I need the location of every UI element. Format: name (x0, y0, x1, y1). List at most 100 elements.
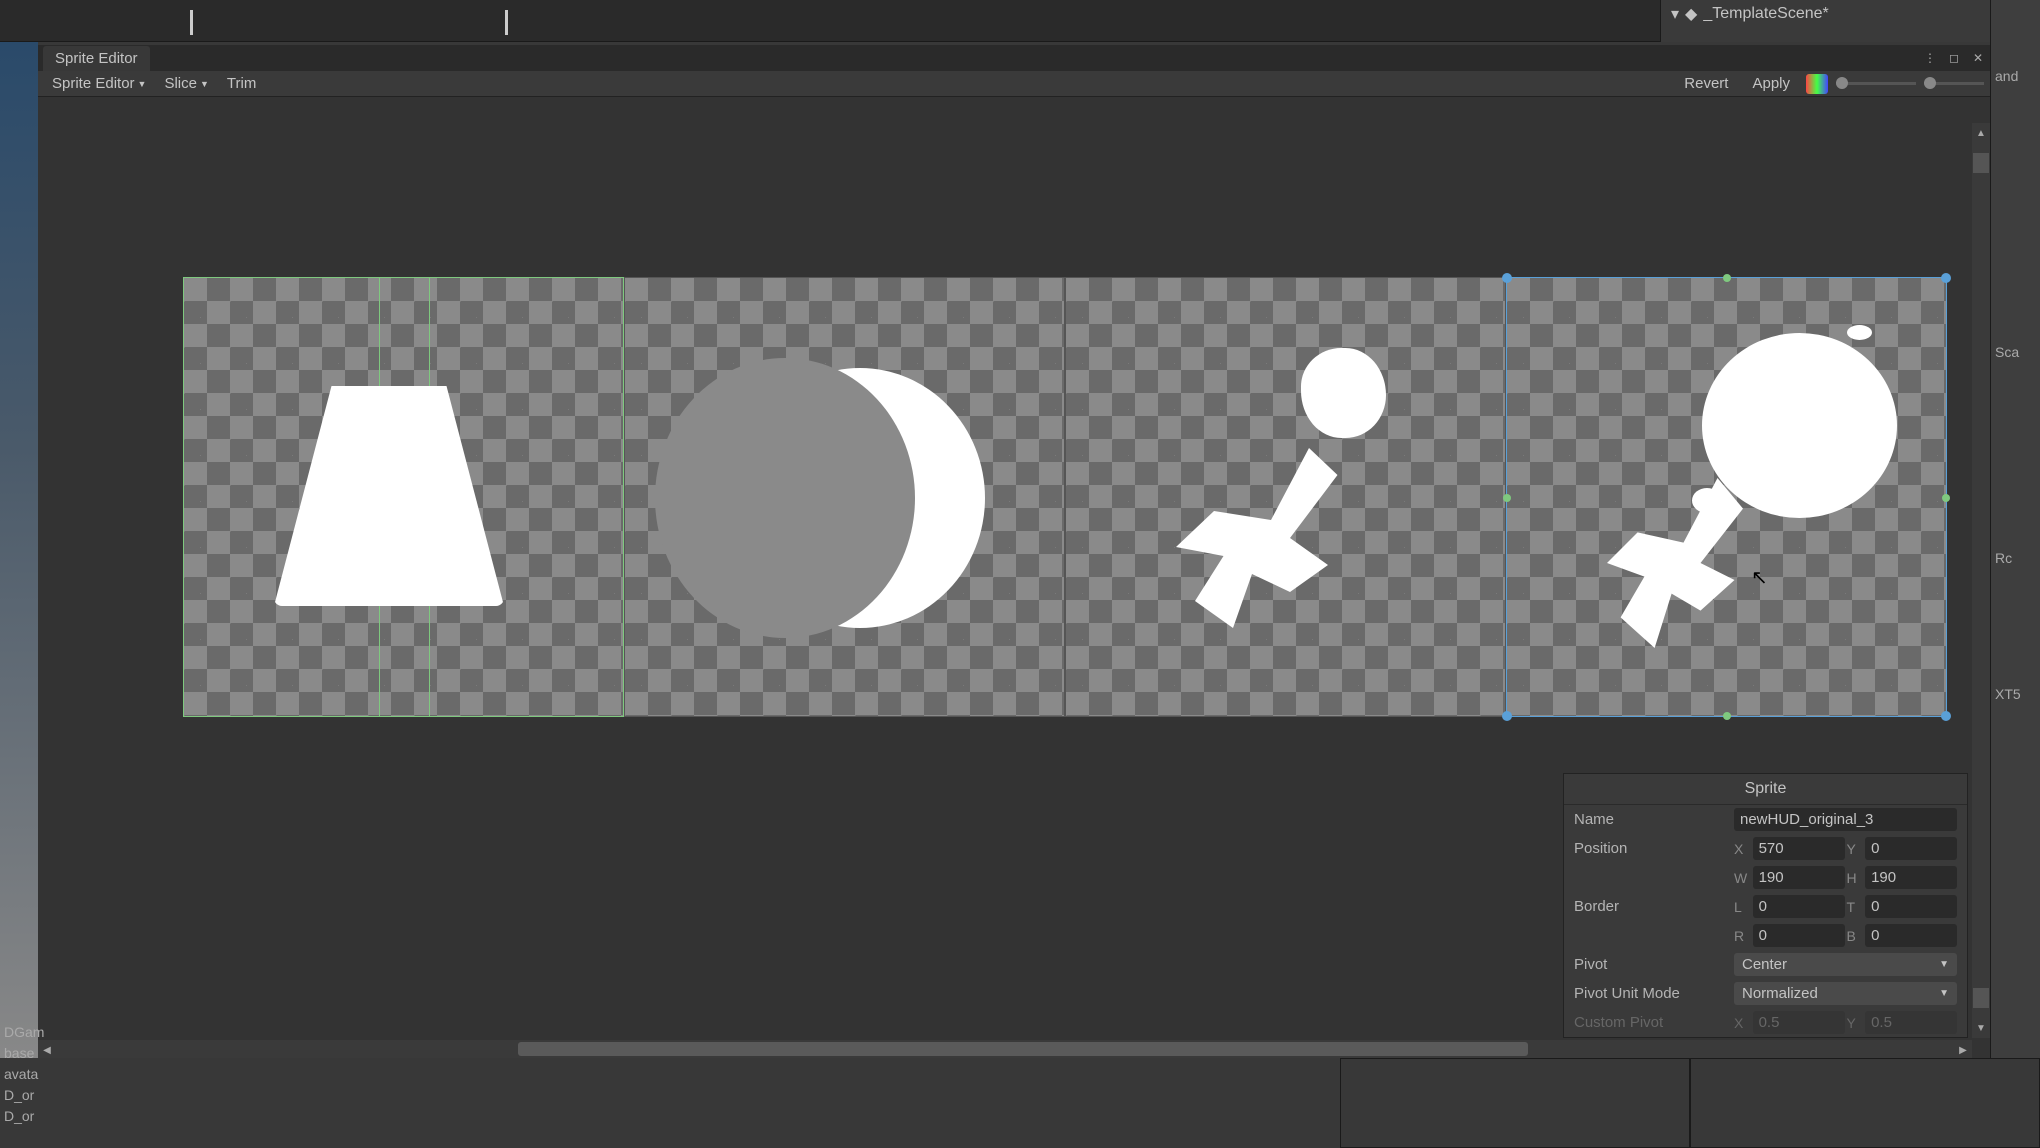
border-handle-bottom[interactable] (1723, 712, 1731, 720)
pivot-dropdown[interactable]: Center ▼ (1734, 953, 1957, 976)
sprite-slice-0[interactable] (183, 277, 624, 717)
position-label: Position (1574, 840, 1734, 857)
chevron-down-icon: ▼ (200, 79, 209, 89)
scene-item[interactable]: ▾ ◆ _TemplateScene* ⋮ (1671, 4, 2030, 24)
b-label: B (1847, 928, 1862, 944)
trim-button[interactable]: Trim (219, 73, 264, 94)
file-item[interactable]: base (4, 1043, 36, 1064)
scroll-right-arrow[interactable]: ▶ (1954, 1040, 1972, 1058)
sprite-editor-tab[interactable]: Sprite Editor (43, 46, 150, 71)
sprite-editor-mode-dropdown[interactable]: Sprite Editor ▼ (44, 73, 154, 94)
custom-pivot-label: Custom Pivot (1574, 1014, 1734, 1031)
pos-w-input[interactable] (1753, 866, 1845, 889)
scrollbar-thumb[interactable] (1973, 153, 1989, 173)
dropdown-label: Slice (164, 75, 197, 92)
sprite-slice-2[interactable] (1065, 277, 1506, 717)
sprite-editor-toolbar: Sprite Editor ▼ Slice ▼ Trim Revert Appl… (38, 71, 1990, 97)
slider-thumb[interactable] (1836, 77, 1848, 89)
name-input[interactable] (1734, 808, 1957, 831)
vertical-scrollbar[interactable]: ▲ ▼ (1972, 123, 1990, 1038)
window-maximize-icon[interactable]: ◻ (1942, 48, 1966, 68)
sprite-slice-1[interactable] (624, 277, 1065, 717)
window-close-icon[interactable]: ✕ (1966, 48, 1990, 68)
border-handle-top[interactable] (1723, 274, 1731, 282)
project-file-list: DGam base avata D_or D_or (0, 1018, 40, 1148)
sprite-properties-panel: Sprite Name Position X Y W H (1563, 773, 1968, 1038)
border-l-input[interactable] (1753, 895, 1845, 918)
alpha-slider[interactable] (1836, 82, 1916, 85)
slice-dropdown[interactable]: Slice ▼ (156, 73, 216, 94)
sprite-slice-3-selected[interactable] (1506, 277, 1947, 717)
dropdown-value: Normalized (1742, 985, 1818, 1002)
foldout-icon[interactable]: ▾ (1671, 4, 1679, 24)
pivot-unit-label: Pivot Unit Mode (1574, 985, 1734, 1002)
h-label: H (1847, 870, 1862, 886)
sprite-shape-trapezoid (274, 386, 504, 606)
pos-x-input[interactable] (1753, 837, 1845, 860)
name-label: Name (1574, 811, 1734, 828)
inspector-edge: and Sca Rc XT5 (1990, 0, 2040, 1148)
file-item[interactable]: D_or (4, 1106, 36, 1127)
y-label: Y (1847, 1015, 1862, 1031)
border-label: Border (1574, 898, 1734, 915)
sprite-canvas[interactable]: ↖ ▲ ▼ ◀ ▶ Sprite Name Position (38, 97, 1990, 1058)
sprite-shape-rocket-big (1587, 333, 1907, 673)
panel-slot (1340, 1058, 1690, 1148)
horizontal-scrollbar[interactable]: ◀ ▶ (38, 1040, 1972, 1058)
file-item[interactable]: D_or (4, 1085, 36, 1106)
window-tab-bar: Sprite Editor ⋮ ◻ ✕ (38, 45, 1990, 71)
border-handle-right[interactable] (1942, 494, 1950, 502)
r-label: R (1734, 928, 1749, 944)
y-label: Y (1847, 841, 1862, 857)
zoom-slider[interactable] (1924, 82, 1984, 85)
inspector-text: and (1995, 68, 2036, 84)
file-item[interactable]: DGam (4, 1022, 36, 1043)
resize-handle-br[interactable] (1941, 711, 1951, 721)
inspector-text: Sca (1995, 344, 2036, 360)
border-t-input[interactable] (1865, 895, 1957, 918)
resize-handle-tr[interactable] (1941, 273, 1951, 283)
scene-view-edge (0, 42, 38, 1058)
border-r-input[interactable] (1753, 924, 1845, 947)
resize-handle-bl[interactable] (1502, 711, 1512, 721)
border-handle-left[interactable] (1503, 494, 1511, 502)
scrollbar-thumb[interactable] (518, 1042, 1528, 1056)
revert-button[interactable]: Revert (1676, 73, 1736, 94)
l-label: L (1734, 899, 1749, 915)
scroll-down-arrow[interactable]: ▼ (1972, 1018, 1990, 1038)
t-label: T (1847, 899, 1862, 915)
custom-x-input (1753, 1011, 1845, 1034)
apply-button[interactable]: Apply (1744, 73, 1798, 94)
timeline-marks (170, 10, 510, 40)
chevron-down-icon: ▼ (1939, 959, 1949, 970)
custom-y-input (1865, 1011, 1957, 1034)
sprite-editor-window: Sprite Editor ⋮ ◻ ✕ Sprite Editor ▼ Slic… (38, 45, 1990, 1058)
panel-slot (1690, 1058, 2040, 1148)
file-item[interactable]: avata (4, 1064, 36, 1085)
chevron-down-icon: ▼ (138, 79, 147, 89)
dropdown-label: Sprite Editor (52, 75, 135, 92)
chevron-down-icon: ▼ (1939, 988, 1949, 999)
scroll-up-arrow[interactable]: ▲ (1972, 123, 1990, 143)
x-label: X (1734, 1015, 1749, 1031)
hierarchy-panel: ▾ ◆ _TemplateScene* ⋮ (1660, 0, 2040, 42)
sprite-sheet[interactable] (183, 277, 1947, 717)
sprite-shape-rocket-small (1156, 348, 1426, 658)
window-menu-icon[interactable]: ⋮ (1918, 48, 1942, 68)
resize-handle-tl[interactable] (1502, 273, 1512, 283)
scrollbar-thumb[interactable] (1973, 988, 1989, 1008)
unity-scene-icon: ◆ (1685, 4, 1697, 24)
pivot-label: Pivot (1574, 956, 1734, 973)
slider-thumb[interactable] (1924, 77, 1936, 89)
pos-h-input[interactable] (1865, 866, 1957, 889)
inspector-text: XT5 (1995, 686, 2036, 702)
cursor-icon: ↖ (1751, 565, 1768, 590)
panel-title: Sprite (1564, 774, 1967, 805)
dropdown-value: Center (1742, 956, 1787, 973)
border-b-input[interactable] (1865, 924, 1957, 947)
pos-y-input[interactable] (1865, 837, 1957, 860)
scene-name: _TemplateScene* (1703, 5, 1828, 23)
rgb-toggle-icon[interactable] (1806, 74, 1828, 94)
scroll-left-arrow[interactable]: ◀ (38, 1040, 56, 1058)
pivot-unit-dropdown[interactable]: Normalized ▼ (1734, 982, 1957, 1005)
